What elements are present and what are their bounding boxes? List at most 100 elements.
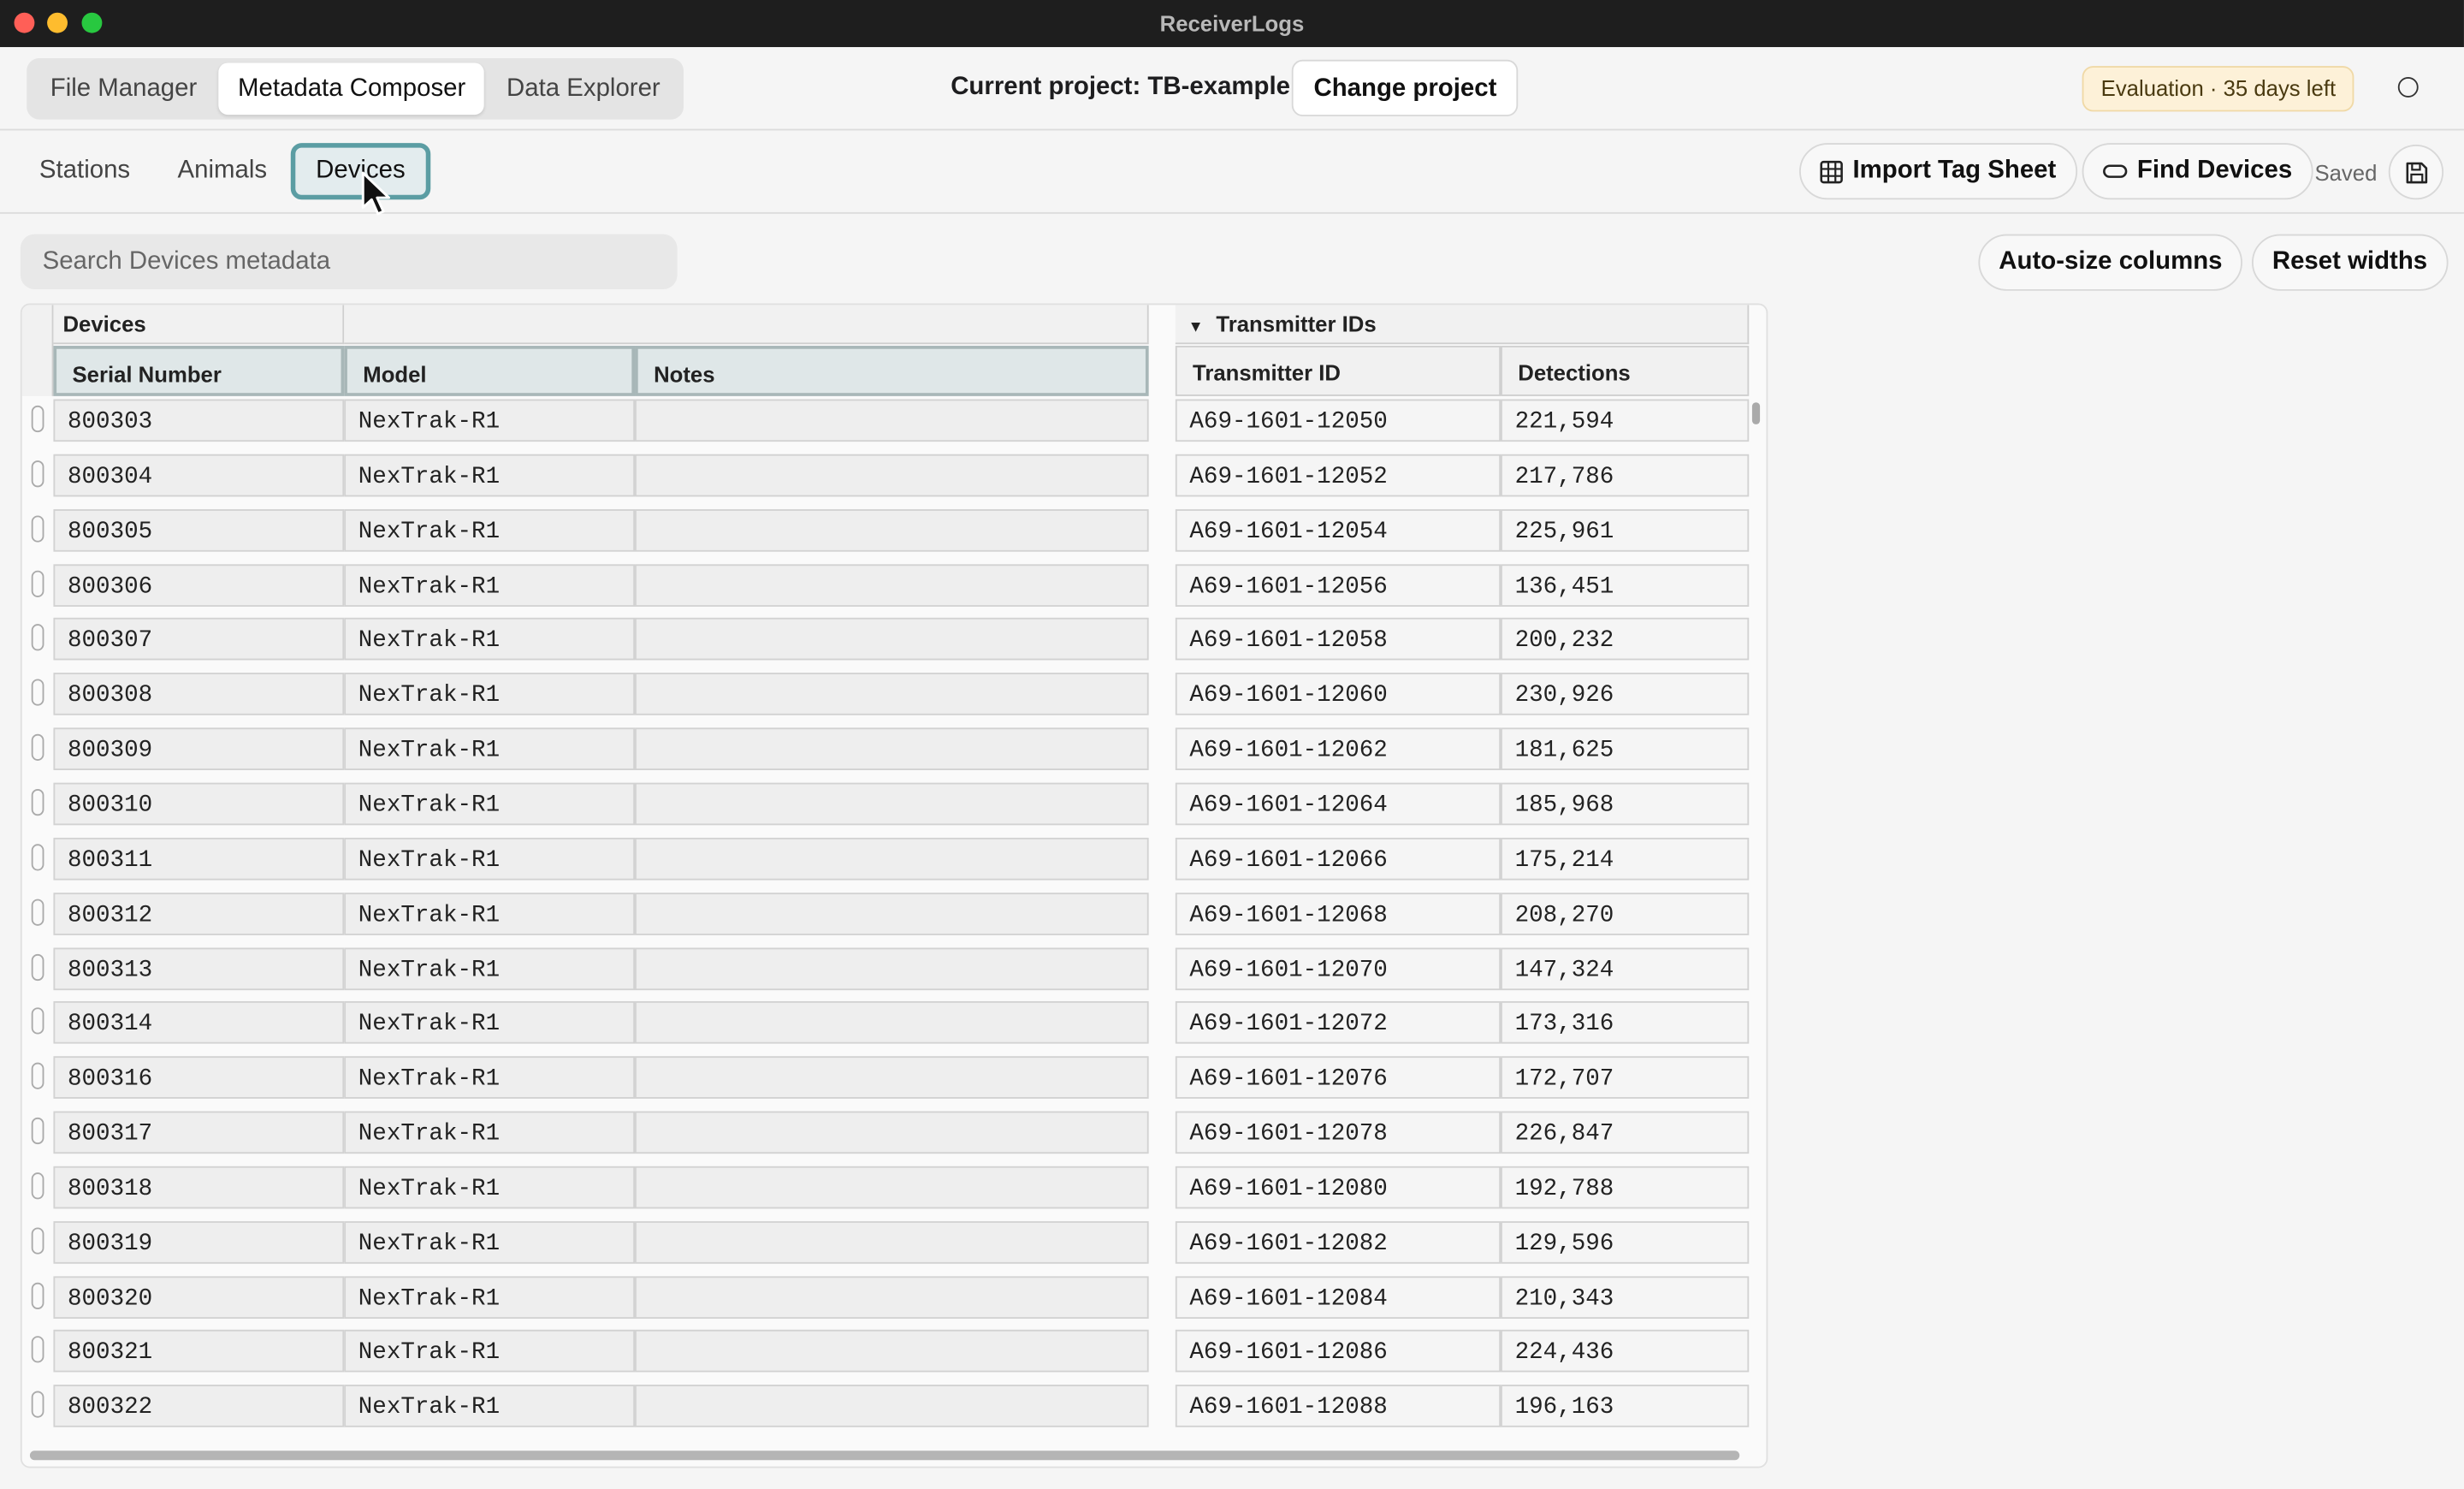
row-handle[interactable]	[31, 679, 44, 707]
row-handle[interactable]	[31, 1227, 44, 1255]
cell-transmitter[interactable]: A69-1601-12068	[1175, 892, 1502, 935]
cell-model[interactable]: NexTrak-R1	[344, 1001, 636, 1045]
cell-serial[interactable]: 800314	[53, 1001, 345, 1045]
cell-transmitter[interactable]: A69-1601-12066	[1175, 837, 1502, 881]
cell-model[interactable]: NexTrak-R1	[344, 946, 636, 990]
table-row[interactable]: 800314 NexTrak-R1 A69-1601-12072 173,316	[22, 999, 1767, 1053]
cell-serial[interactable]: 800313	[53, 946, 345, 990]
cell-model[interactable]: NexTrak-R1	[344, 1220, 636, 1264]
table-row[interactable]: 800316 NexTrak-R1 A69-1601-12076 172,707	[22, 1053, 1767, 1108]
cell-transmitter[interactable]: A69-1601-12086	[1175, 1330, 1502, 1373]
cell-transmitter[interactable]: A69-1601-12082	[1175, 1220, 1502, 1264]
cell-notes[interactable]	[635, 1220, 1149, 1264]
cell-detections[interactable]: 221,594	[1501, 399, 1750, 442]
cell-serial[interactable]: 800319	[53, 1220, 345, 1264]
cell-notes[interactable]	[635, 399, 1149, 442]
cell-model[interactable]: NexTrak-R1	[344, 727, 636, 771]
cell-serial[interactable]: 800305	[53, 508, 345, 552]
cell-detections[interactable]: 173,316	[1501, 1001, 1750, 1045]
cell-model[interactable]: NexTrak-R1	[344, 508, 636, 552]
row-handle[interactable]	[31, 1172, 44, 1200]
cell-model[interactable]: NexTrak-R1	[344, 1385, 636, 1428]
cell-serial[interactable]: 800306	[53, 563, 345, 607]
cell-detections[interactable]: 192,788	[1501, 1166, 1750, 1209]
cell-detections[interactable]: 230,926	[1501, 673, 1750, 716]
cell-transmitter[interactable]: A69-1601-12062	[1175, 727, 1502, 771]
row-handle[interactable]	[31, 1282, 44, 1309]
cell-serial[interactable]: 800304	[53, 454, 345, 497]
column-header-serial-number[interactable]: Serial Number	[53, 346, 345, 396]
table-row[interactable]: 800312 NexTrak-R1 A69-1601-12068 208,270	[22, 889, 1767, 944]
cell-notes[interactable]	[635, 837, 1149, 881]
cell-model[interactable]: NexTrak-R1	[344, 782, 636, 826]
row-handle[interactable]	[31, 405, 44, 433]
cell-detections[interactable]: 200,232	[1501, 618, 1750, 661]
table-row[interactable]: 800317 NexTrak-R1 A69-1601-12078 226,847	[22, 1108, 1767, 1163]
cell-serial[interactable]: 800307	[53, 618, 345, 661]
table-row[interactable]: 800322 NexTrak-R1 A69-1601-12088 196,163	[22, 1382, 1767, 1437]
cell-detections[interactable]: 196,163	[1501, 1385, 1750, 1428]
tab-file-manager[interactable]: File Manager	[32, 62, 216, 115]
cell-transmitter[interactable]: A69-1601-12054	[1175, 508, 1502, 552]
row-handle[interactable]	[31, 788, 44, 816]
row-handle[interactable]	[31, 1336, 44, 1364]
cell-transmitter[interactable]: A69-1601-12084	[1175, 1275, 1502, 1319]
cell-detections[interactable]: 208,270	[1501, 892, 1750, 935]
cell-model[interactable]: NexTrak-R1	[344, 673, 636, 716]
cell-notes[interactable]	[635, 1166, 1149, 1209]
cell-detections[interactable]: 147,324	[1501, 946, 1750, 990]
cell-notes[interactable]	[635, 946, 1149, 990]
auto-size-columns-button[interactable]: Auto-size columns	[1978, 234, 2243, 291]
tab-animals[interactable]: Animals	[157, 143, 287, 199]
cell-detections[interactable]: 136,451	[1501, 563, 1750, 607]
cell-serial[interactable]: 800303	[53, 399, 345, 442]
table-row[interactable]: 800313 NexTrak-R1 A69-1601-12070 147,324	[22, 944, 1767, 999]
cell-serial[interactable]: 800311	[53, 837, 345, 881]
group-header-transmitter-ids[interactable]: ▼ Transmitter IDs	[1175, 305, 1750, 345]
save-button[interactable]	[2388, 144, 2444, 200]
circle-status-icon[interactable]	[2397, 76, 2419, 98]
horizontal-scrollbar[interactable]	[29, 1450, 1740, 1461]
row-handle[interactable]	[31, 514, 44, 543]
cell-model[interactable]: NexTrak-R1	[344, 837, 636, 881]
cell-notes[interactable]	[635, 1001, 1149, 1045]
cell-serial[interactable]: 800320	[53, 1275, 345, 1319]
row-handle[interactable]	[31, 733, 44, 762]
row-handle[interactable]	[31, 1007, 44, 1035]
table-row[interactable]: 800309 NexTrak-R1 A69-1601-12062 181,625	[22, 725, 1767, 780]
cell-transmitter[interactable]: A69-1601-12070	[1175, 946, 1502, 990]
cell-notes[interactable]	[635, 1275, 1149, 1319]
cell-transmitter[interactable]: A69-1601-12078	[1175, 1111, 1502, 1154]
column-header-notes[interactable]: Notes	[635, 346, 1149, 396]
search-input[interactable]	[20, 234, 678, 289]
find-devices-button[interactable]: Find Devices	[2082, 143, 2313, 200]
cell-serial[interactable]: 800312	[53, 892, 345, 935]
reset-widths-button[interactable]: Reset widths	[2251, 234, 2449, 291]
cell-transmitter[interactable]: A69-1601-12058	[1175, 618, 1502, 661]
cell-transmitter[interactable]: A69-1601-12050	[1175, 399, 1502, 442]
row-handle[interactable]	[31, 460, 44, 488]
row-handle[interactable]	[31, 1062, 44, 1090]
cell-serial[interactable]: 800321	[53, 1330, 345, 1373]
cell-detections[interactable]: 129,596	[1501, 1220, 1750, 1264]
table-row[interactable]: 800306 NexTrak-R1 A69-1601-12056 136,451	[22, 561, 1767, 615]
cell-detections[interactable]: 226,847	[1501, 1111, 1750, 1154]
change-project-button[interactable]: Change project	[1291, 59, 1519, 116]
cell-serial[interactable]: 800318	[53, 1166, 345, 1209]
cell-serial[interactable]: 800309	[53, 727, 345, 771]
cell-notes[interactable]	[635, 618, 1149, 661]
row-handle[interactable]	[31, 898, 44, 926]
cell-transmitter[interactable]: A69-1601-12064	[1175, 782, 1502, 826]
import-tag-sheet-button[interactable]: Import Tag Sheet	[1799, 143, 2077, 200]
tab-stations[interactable]: Stations	[19, 143, 151, 199]
cell-notes[interactable]	[635, 1056, 1149, 1100]
cell-notes[interactable]	[635, 454, 1149, 497]
cell-model[interactable]: NexTrak-R1	[344, 1330, 636, 1373]
cell-notes[interactable]	[635, 1111, 1149, 1154]
cell-notes[interactable]	[635, 673, 1149, 716]
cell-model[interactable]: NexTrak-R1	[344, 1166, 636, 1209]
cell-transmitter[interactable]: A69-1601-12076	[1175, 1056, 1502, 1100]
cell-detections[interactable]: 217,786	[1501, 454, 1750, 497]
table-row[interactable]: 800311 NexTrak-R1 A69-1601-12066 175,214	[22, 834, 1767, 889]
cell-model[interactable]: NexTrak-R1	[344, 1056, 636, 1100]
